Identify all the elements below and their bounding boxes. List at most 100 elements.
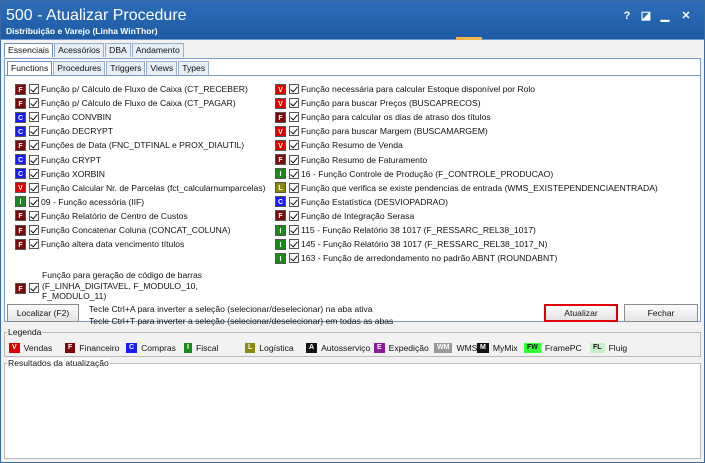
help-icon[interactable]: ? [618,8,636,24]
tab-acessorios[interactable]: Acessórios [54,43,105,57]
module-badge: F [275,154,286,165]
module-badge: C [15,111,26,123]
list-item[interactable]: I 163 - Função de arredondamento no padrã… [275,252,557,264]
tab-types[interactable]: Types [178,61,210,75]
list-item-label: Função para buscar Preços (BUSCAPRECOS) [301,98,481,109]
list-item[interactable]: F Função para calcular os dias de atraso … [275,111,491,123]
checkbox[interactable] [29,140,39,151]
checkbox[interactable] [289,98,299,109]
checkbox[interactable] [289,154,299,165]
tab-essenciais[interactable]: Essenciais [4,43,54,57]
module-badge: I [275,168,286,180]
checkbox[interactable] [289,112,299,123]
close-icon[interactable]: ✕ [677,8,695,24]
legend-item: FW FramePC [524,342,582,353]
results-area[interactable] [4,363,701,459]
checkbox[interactable] [289,239,299,250]
list-item[interactable]: F Função p/ Cálculo de Fluxo de Caixa (CT… [15,97,236,109]
list-item[interactable]: I 09 - Função acessória (IIF) [15,196,144,208]
list-item[interactable]: V Função necessária para calcular Estoque… [275,83,535,95]
tab-andamento[interactable]: Andamento [131,43,184,57]
legend-badge: M [477,342,489,353]
checkbox[interactable] [29,98,39,109]
main-window: 500 - Atualizar Procedure Distribuição e… [0,0,705,463]
legend-badge: L [245,342,256,353]
list-item[interactable]: I 16 - Função Controle de Produção (F_CON… [275,168,553,180]
fechar-button[interactable]: Fechar [624,304,698,322]
list-item[interactable]: F Função Concatenar Coluna (CONCAT_COLUNA… [15,224,230,236]
list-item[interactable]: I 115 - Função Relatório 38 1017 (F_RESSA… [275,224,536,236]
legend-label: Fluig [608,342,628,353]
tab-triggers[interactable]: Triggers [106,61,146,75]
checkbox[interactable] [289,126,299,137]
list-item[interactable]: V Função para buscar Preços (BUSCAPRECOS) [275,97,481,109]
list-item-label: Função para buscar Margem (BUSCAMARGEM) [301,126,488,137]
checkbox[interactable] [289,210,299,221]
list-item[interactable]: C Função XORBIN [15,168,105,180]
list-item[interactable]: C Função DECRYPT [15,125,113,137]
checkbox[interactable] [289,84,299,94]
checkbox[interactable] [29,126,39,137]
list-item[interactable]: V Função Calcular Nr. de Parcelas (fct_ca… [15,182,266,194]
list-item[interactable]: L Função que verifica se existe pendencia… [275,182,658,194]
legend-badge: WM [434,342,453,353]
list-item-label: Função DECRYPT [41,126,113,137]
checkbox[interactable] [29,210,39,221]
list-item-label: Função Relatório de Centro de Custos [41,210,188,221]
list-item-label: Funções de Data (FNC_DTFINAL e PROX_DIAU… [41,140,245,151]
list-item-label: Função para geração de código de barras … [42,270,203,301]
checkbox[interactable] [29,84,39,94]
atualizar-button[interactable]: Atualizar [544,304,618,322]
checkbox[interactable] [289,225,299,235]
list-item[interactable]: F Função Relatório de Centro de Custos [15,210,188,222]
legend-label: Financeiro [79,342,120,353]
legend-badge: FW [524,342,541,353]
tab-functions[interactable]: Functions [7,61,53,75]
localizar-button[interactable]: Localizar (F2) [7,304,79,322]
checkbox[interactable] [29,239,39,250]
list-item[interactable]: C Função Estatística (DESVIOPADRAO) [275,196,448,208]
legend-badge: I [184,342,192,353]
results-title: Resultados da atualização [7,358,110,368]
checkbox[interactable] [289,182,299,193]
tab-views[interactable]: Views [146,61,178,75]
checkbox[interactable] [29,283,39,293]
checkbox[interactable] [29,196,39,207]
checkbox[interactable] [289,140,299,151]
list-item[interactable]: F Função altera data vencimento títulos [15,238,184,250]
checkbox[interactable] [29,154,39,165]
list-item-label: Função Resumo de Venda [301,140,403,151]
checkbox[interactable] [29,112,39,123]
checkbox[interactable] [29,168,39,179]
list-item[interactable]: F Funções de Data (FNC_DTFINAL e PROX_DIA… [15,139,244,151]
checkbox[interactable] [289,168,299,179]
minimize-icon[interactable]: ▁ [656,8,674,24]
title-bar: 500 - Atualizar Procedure Distribuição e… [1,1,704,40]
list-item[interactable]: I 145 - Função Relatório 38 1017 (F_RESSA… [275,238,548,250]
legend-item: C Compras [126,342,176,353]
list-item[interactable]: V Função para buscar Margem (BUSCAMARGEM) [275,125,488,137]
list-item-label: Função XORBIN [41,168,105,179]
legend-badge: E [374,342,385,353]
tab-dba[interactable]: DBA [105,43,131,57]
checkbox[interactable] [29,182,39,193]
checkbox[interactable] [289,253,299,264]
list-item[interactable]: V Função Resumo de Venda [275,139,403,151]
tab-procedures[interactable]: Procedures [53,61,106,75]
module-badge: C [15,154,26,165]
restore-icon[interactable]: ◪ [637,8,655,24]
checkbox[interactable] [289,196,299,207]
list-item[interactable]: F Função Resumo de Faturamento [275,154,427,166]
list-item[interactable]: F Função de Integração Serasa [275,210,414,222]
list-item-label: 145 - Função Relatório 38 1017 (F_RESSAR… [301,239,548,250]
legend-label: Expedição [388,342,429,353]
module-badge: F [15,97,26,109]
list-item-label: 115 - Função Relatório 38 1017 (F_RESSAR… [301,225,536,235]
list-item-label: Função CRYPT [41,154,102,165]
module-badge: L [275,182,286,194]
list-item[interactable]: F Função p/ Cálculo de Fluxo de Caixa (CT… [15,83,248,95]
module-badge: F [275,111,286,123]
list-item[interactable]: C Função CRYPT [15,154,101,166]
list-item[interactable]: C Função CONVBIN [15,111,111,123]
checkbox[interactable] [29,225,39,235]
